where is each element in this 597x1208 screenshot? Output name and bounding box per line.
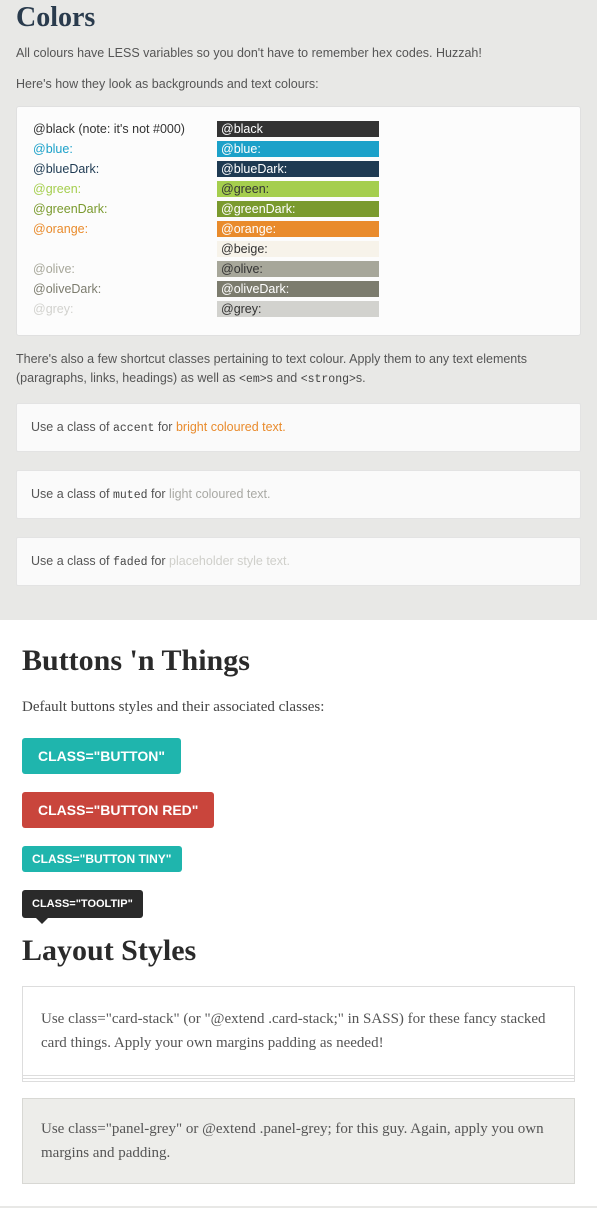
- color-row: @olive:@olive:: [33, 261, 564, 277]
- color-swatch: @beige:: [217, 241, 379, 257]
- color-label: @blue:: [33, 142, 217, 156]
- color-swatch: @oliveDark:: [217, 281, 379, 297]
- example-mid: for: [154, 420, 176, 434]
- color-swatch: @blueDark:: [217, 161, 379, 177]
- color-swatch: @olive:: [217, 261, 379, 277]
- example-class-code: muted: [113, 489, 148, 502]
- color-row: @greenDark:@greenDark:: [33, 201, 564, 217]
- heading-colors: Colors: [16, 2, 581, 34]
- example-demo-text: light coloured text.: [169, 487, 270, 501]
- color-swatch: @blue:: [217, 141, 379, 157]
- color-row: @grey:@grey:: [33, 301, 564, 317]
- example-pre: Use a class of: [31, 487, 113, 501]
- desc-text: s.: [356, 371, 366, 385]
- color-label: @grey:: [33, 302, 217, 316]
- color-swatch: @orange:: [217, 221, 379, 237]
- colors-intro-1: All colours have LESS variables so you d…: [16, 44, 581, 63]
- color-label: @orange:: [33, 222, 217, 236]
- desc-text: s and: [267, 371, 301, 385]
- color-swatch: @grey:: [217, 301, 379, 317]
- example-box: Use a class of muted for light coloured …: [16, 470, 581, 519]
- button-default[interactable]: CLASS="BUTTON": [22, 738, 181, 774]
- heading-layout: Layout Styles: [22, 934, 575, 968]
- color-label: @black (note: it's not #000): [33, 122, 217, 136]
- color-label: @blueDark:: [33, 162, 217, 176]
- heading-buttons: Buttons 'n Things: [22, 644, 575, 678]
- example-box: Use a class of faded for placeholder sty…: [16, 537, 581, 586]
- example-mid: for: [148, 554, 170, 568]
- color-swatch: @greenDark:: [217, 201, 379, 217]
- color-swatch: @black: [217, 121, 379, 137]
- card-stack-demo: Use class="card-stack" (or "@extend .car…: [22, 986, 575, 1076]
- example-class-code: faded: [113, 556, 148, 569]
- color-row: @blue:@blue:: [33, 141, 564, 157]
- color-row: @oliveDark:@oliveDark:: [33, 281, 564, 297]
- color-row: @blueDark:@blueDark:: [33, 161, 564, 177]
- color-label: @greenDark:: [33, 202, 217, 216]
- color-row: @orange:@orange:: [33, 221, 564, 237]
- tooltip-demo: CLASS="TOOLTIP": [22, 890, 143, 918]
- color-row: @beige:: [33, 241, 564, 257]
- button-red[interactable]: CLASS="BUTTON RED": [22, 792, 214, 828]
- color-swatch: @green:: [217, 181, 379, 197]
- color-row: @green:@green:: [33, 181, 564, 197]
- panel-grey-demo: Use class="panel-grey" or @extend .panel…: [22, 1098, 575, 1184]
- colors-intro-2: Here's how they look as backgrounds and …: [16, 75, 581, 94]
- example-class-code: accent: [113, 422, 154, 435]
- example-box: Use a class of accent for bright coloure…: [16, 403, 581, 452]
- example-pre: Use a class of: [31, 420, 113, 434]
- example-pre: Use a class of: [31, 554, 113, 568]
- color-row: @black (note: it's not #000)@black: [33, 121, 564, 137]
- example-demo-text: placeholder style text.: [169, 554, 290, 568]
- buttons-intro: Default buttons styles and their associa…: [22, 696, 575, 719]
- colors-panel: @black (note: it's not #000)@black@blue:…: [16, 106, 581, 336]
- example-mid: for: [148, 487, 170, 501]
- code-em: <em>: [239, 373, 267, 386]
- code-strong: <strong>: [301, 373, 356, 386]
- color-label: @olive:: [33, 262, 217, 276]
- color-label: @green:: [33, 182, 217, 196]
- colors-desc: There's also a few shortcut classes pert…: [16, 350, 581, 389]
- example-demo-text: bright coloured text.: [176, 420, 286, 434]
- button-tiny[interactable]: CLASS="BUTTON TINY": [22, 846, 182, 872]
- color-label: @oliveDark:: [33, 282, 217, 296]
